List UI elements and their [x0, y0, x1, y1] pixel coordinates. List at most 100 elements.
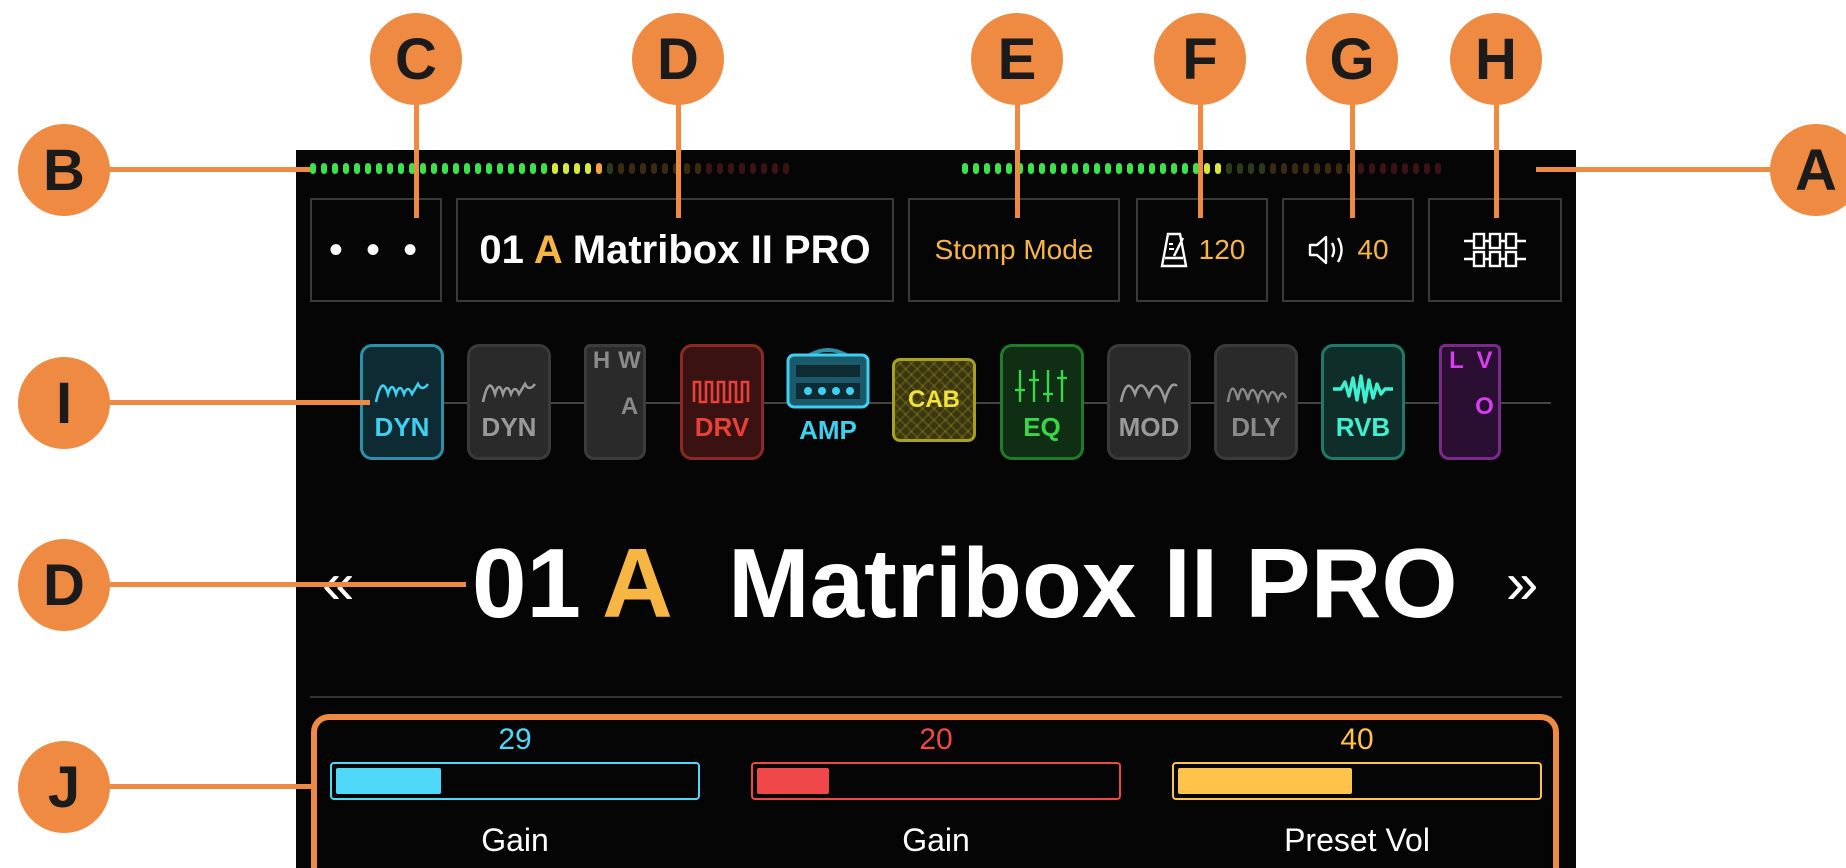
meter-segment: [442, 163, 448, 174]
next-preset-button[interactable]: »: [1506, 528, 1538, 638]
meter-segment: [973, 163, 979, 174]
preset-name: Matribox II PRO: [572, 227, 871, 272]
meter-segment: [750, 163, 756, 174]
chain-block-mod[interactable]: MOD: [1107, 344, 1191, 460]
amp-head-icon: [786, 348, 870, 409]
meter-segment: [1138, 163, 1144, 174]
callout-line-a: [1536, 167, 1776, 172]
meter-segment: [1413, 163, 1419, 174]
chain-block-dly[interactable]: DLY: [1214, 344, 1298, 460]
meter-segment: [1270, 163, 1276, 174]
meter-segment: [1072, 163, 1078, 174]
meter-segment: [695, 163, 701, 174]
meter-segment: [453, 163, 459, 174]
meter-segment: [1094, 163, 1100, 174]
meter-segment: [321, 163, 327, 174]
meter-segment: [739, 163, 745, 174]
chain-block-cab[interactable]: CAB: [892, 358, 976, 442]
chain-block-label: V O L: [1443, 347, 1498, 416]
meter-segment: [1127, 163, 1133, 174]
chain-block-drv[interactable]: DRV: [680, 344, 764, 460]
eq-sliders-icon: [1015, 370, 1067, 402]
callout-line-i: [100, 400, 370, 405]
compressor-wave-icon: [481, 381, 537, 403]
chain-block-dyn-2[interactable]: DYN: [467, 344, 551, 460]
chain-block-amp[interactable]: AMP: [782, 344, 874, 460]
meter-segment: [1391, 163, 1397, 174]
modulation-wave-icon: [1119, 383, 1178, 405]
meter-segment: [607, 163, 613, 174]
chain-block-wah[interactable]: W A H: [584, 344, 646, 460]
meter-segment: [706, 163, 712, 174]
meter-segment: [1402, 163, 1408, 174]
meter-segment: [717, 163, 723, 174]
meter-segment: [629, 163, 635, 174]
meter-segment: [1083, 163, 1089, 174]
meter-segment: [1303, 163, 1309, 174]
big-preset-letter: A: [602, 527, 673, 638]
meter-segment: [1314, 163, 1320, 174]
chain-block-label: W A H: [588, 347, 643, 416]
meter-segment: [761, 163, 767, 174]
meter-segment: [475, 163, 481, 174]
chain-block-label: AMP: [799, 415, 857, 445]
callout-line-d-mid: [100, 582, 466, 587]
chain-block-label: RVB: [1335, 412, 1391, 442]
callout-line-e: [1015, 100, 1020, 218]
meter-segment: [1435, 163, 1441, 174]
knobs-highlight-frame: [311, 714, 1559, 868]
meter-segment: [962, 163, 968, 174]
meter-segment: [1248, 163, 1254, 174]
meter-segment: [1281, 163, 1287, 174]
callout-h: H: [1450, 13, 1542, 105]
meter-segment: [1325, 163, 1331, 174]
meter-segment: [1105, 163, 1111, 174]
meter-segment: [1006, 163, 1012, 174]
callout-line-g: [1350, 100, 1355, 218]
chain-block-dyn-1[interactable]: DYN: [360, 344, 444, 460]
meter-segment: [1336, 163, 1342, 174]
meter-segment: [1182, 163, 1188, 174]
meter-segment: [310, 163, 316, 174]
meter-segment: [585, 163, 591, 174]
meter-segment: [1039, 163, 1045, 174]
meter-segment: [1149, 163, 1155, 174]
meter-segment: [420, 163, 426, 174]
meter-segment: [387, 163, 393, 174]
metronome-icon: [1160, 232, 1188, 268]
meter-segment: [1424, 163, 1430, 174]
callout-d-mid: D: [18, 539, 110, 631]
volume-button[interactable]: 40: [1282, 198, 1414, 302]
chain-block-eq[interactable]: EQ: [1000, 344, 1084, 460]
callout-line-j: [100, 784, 314, 789]
meter-segment: [662, 163, 668, 174]
chain-block-label: DLY: [1231, 412, 1281, 442]
meter-segment: [1061, 163, 1067, 174]
chain-block-rvb[interactable]: RVB: [1321, 344, 1405, 460]
meter-segment: [728, 163, 734, 174]
stomp-mode-button[interactable]: Stomp Mode: [908, 198, 1120, 302]
chain-block-label: CAB: [908, 386, 960, 413]
meter-segment: [398, 163, 404, 174]
meter-segment: [1171, 163, 1177, 174]
meter-segment: [431, 163, 437, 174]
meter-segment: [984, 163, 990, 174]
callout-d-top: D: [632, 13, 724, 105]
callout-line-h: [1494, 100, 1499, 218]
meter-segment: [464, 163, 470, 174]
meter-segment: [508, 163, 514, 174]
chain-block-label: DYN: [374, 412, 430, 442]
callout-line-c: [414, 100, 419, 218]
meter-segment: [365, 163, 371, 174]
chain-block-vol[interactable]: V O L: [1439, 344, 1501, 460]
callout-b: B: [18, 124, 110, 216]
preset-title-button[interactable]: 01 A Matribox II PRO: [456, 198, 894, 302]
menu-button[interactable]: • • •: [310, 198, 442, 302]
meter-segment: [497, 163, 503, 174]
big-preset-number: 01: [472, 527, 582, 638]
meter-segment: [574, 163, 580, 174]
delay-wave-icon: [1226, 387, 1288, 405]
callout-e: E: [971, 13, 1063, 105]
meter-segment: [541, 163, 547, 174]
speaker-icon: [1309, 235, 1344, 265]
